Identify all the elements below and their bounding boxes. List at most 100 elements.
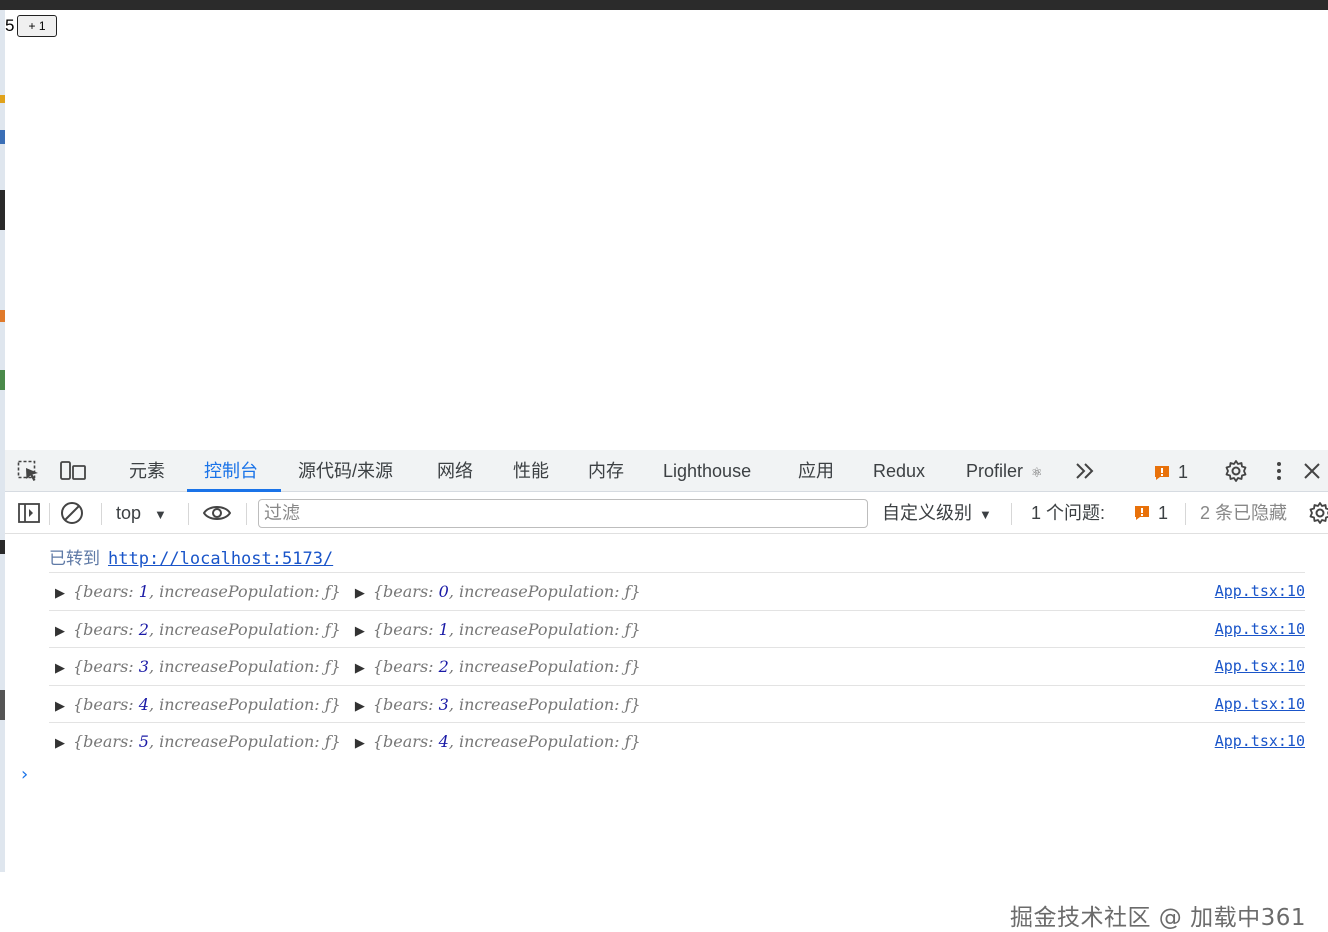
source-link[interactable]: App.tsx:10 [1215,611,1305,648]
issue-warning-icon[interactable] [1133,504,1151,526]
increment-button[interactable]: + 1 [17,15,57,37]
bears-value: 3 [438,694,449,714]
issues-badge[interactable] [1153,462,1171,482]
console-prompt[interactable]: › [21,764,28,785]
source-link[interactable]: App.tsx:10 [1215,686,1305,723]
tab-sources[interactable]: 源代码/来源 [298,450,393,492]
console-settings-icon[interactable] [1308,501,1328,529]
log-object-second[interactable]: ▶ {bears: 3, increasePopulation: ƒ} [355,695,641,714]
object-suffix: , increasePopulation: ƒ} [448,657,641,676]
log-levels-dropdown[interactable]: 自定义级别 ▼ [882,492,992,534]
object-prefix: {bears: [73,582,139,601]
navigation-message: 已转到 http://localhost:5173/ [49,544,333,569]
devtools-panel: 元素 控制台 源代码/来源 网络 性能 内存 Lighthouse 应用 Red… [5,450,1328,931]
expand-triangle-icon[interactable]: ▶ [55,699,65,714]
log-message: ▶ {bears: 4, increasePopulation: ƒ} ▶ {bear… [55,686,641,723]
object-prefix: {bears: [73,657,139,676]
expand-triangle-icon[interactable]: ▶ [355,699,365,714]
react-icon: ⚛ [1031,465,1043,480]
context-selector[interactable]: top ▼ [116,492,167,534]
log-object-second[interactable]: ▶ {bears: 1, increasePopulation: ƒ} [355,620,641,639]
expand-triangle-icon[interactable]: ▶ [355,586,365,601]
tab-performance[interactable]: 性能 [513,450,549,492]
log-object-first[interactable]: ▶ {bears: 1, increasePopulation: ƒ} [55,582,341,601]
log-object-second[interactable]: ▶ {bears: 4, increasePopulation: ƒ} [355,732,641,751]
source-link[interactable]: App.tsx:10 [1215,573,1305,610]
bears-value: 3 [138,657,149,676]
object-prefix: {bears: [372,582,439,601]
console-log-row: ▶ {bears: 3, increasePopulation: ƒ} ▶ {bear… [49,647,1305,684]
object-suffix: , increasePopulation: ƒ} [148,657,341,676]
expand-triangle-icon[interactable]: ▶ [55,586,65,601]
toolbar-divider [49,503,50,525]
device-toolbar-icon[interactable] [60,461,86,485]
source-link[interactable]: App.tsx:10 [1215,723,1305,760]
log-message: ▶ {bears: 5, increasePopulation: ƒ} ▶ {bear… [55,723,641,760]
object-suffix: , increasePopulation: ƒ} [448,619,641,639]
chevron-double-right-icon[interactable] [1074,462,1096,484]
more-vert-icon[interactable] [1275,461,1283,485]
console-log-row: ▶ {bears: 1, increasePopulation: ƒ} ▶ {bear… [49,572,1305,609]
tab-network[interactable]: 网络 [437,450,473,492]
tab-profiler-label: Profiler [966,461,1024,481]
expand-triangle-icon[interactable]: ▶ [355,661,365,676]
tab-lighthouse[interactable]: Lighthouse [663,450,751,492]
issues-count: 1 [1158,503,1169,523]
filter-input[interactable]: 过滤 [258,499,868,528]
context-selector-value: top [116,503,142,523]
tab-elements[interactable]: 元素 [129,450,165,492]
tab-console[interactable]: 控制台 [204,450,258,492]
clear-console-icon[interactable] [60,501,84,529]
bears-value: 5 [138,732,149,751]
eye-icon[interactable] [202,504,232,526]
navigated-url-link[interactable]: http://localhost:5173/ [108,549,333,569]
tab-redux[interactable]: Redux [873,450,925,492]
toolbar-divider [188,503,189,525]
issues-badge-count: 1 [1178,462,1189,482]
inspect-element-icon[interactable] [17,460,41,486]
expand-triangle-icon[interactable]: ▶ [355,624,365,639]
watermark: 掘金技术社区 @ 加载中361 [1009,905,1306,931]
count-display: 5 [5,16,15,35]
object-prefix: {bears: [73,732,139,751]
console-log-row: ▶ {bears: 4, increasePopulation: ƒ} ▶ {bear… [49,684,1305,723]
object-suffix: , increasePopulation: ƒ} [448,694,641,714]
log-object-first[interactable]: ▶ {bears: 2, increasePopulation: ƒ} [55,620,341,639]
log-levels-label: 自定义级别 [882,503,972,523]
log-object-first[interactable]: ▶ {bears: 4, increasePopulation: ƒ} [55,695,341,714]
navigated-label: 已转到 [49,549,100,569]
object-suffix: , increasePopulation: ƒ} [148,619,341,639]
bears-value: 2 [138,619,149,639]
toolbar-divider [1185,503,1186,525]
log-object-first[interactable]: ▶ {bears: 5, increasePopulation: ƒ} [55,732,341,751]
settings-icon[interactable] [1224,459,1248,487]
tab-application[interactable]: 应用 [798,450,834,492]
expand-triangle-icon[interactable]: ▶ [55,661,65,676]
source-link[interactable]: App.tsx:10 [1215,648,1305,685]
object-prefix: {bears: [73,619,139,639]
expand-triangle-icon[interactable]: ▶ [355,736,365,751]
log-object-second[interactable]: ▶ {bears: 0, increasePopulation: ƒ} [355,582,641,601]
tab-memory[interactable]: 内存 [588,450,624,492]
object-prefix: {bears: [372,732,439,751]
bears-value: 4 [438,732,449,751]
browser-top-bar [0,0,1328,10]
expand-triangle-icon[interactable]: ▶ [55,624,65,639]
dropdown-arrow-icon: ▼ [154,507,167,522]
bears-value: 1 [438,619,449,639]
toolbar-divider [1011,503,1012,525]
log-object-second[interactable]: ▶ {bears: 2, increasePopulation: ƒ} [355,657,641,676]
log-object-first[interactable]: ▶ {bears: 3, increasePopulation: ƒ} [55,657,341,676]
close-icon[interactable] [1303,462,1321,484]
log-message: ▶ {bears: 2, increasePopulation: ƒ} ▶ {bear… [55,611,641,648]
issues-label[interactable]: 1 个问题: [1031,492,1105,534]
bears-value: 0 [438,582,449,601]
tab-profiler[interactable]: Profiler ⚛ [966,450,1043,492]
expand-triangle-icon[interactable]: ▶ [55,736,65,751]
console-output: 已转到 http://localhost:5173/ ▶ {bears: 1, in… [5,534,1328,931]
object-suffix: , increasePopulation: ƒ} [148,732,341,751]
console-log-row: ▶ {bears: 2, increasePopulation: ƒ} ▶ {bear… [49,609,1305,648]
console-toolbar: top ▼ 过滤 自定义级别 ▼ 1 个问题: 1 2 条已隐藏 [5,492,1328,534]
sidebar-toggle-icon[interactable] [18,503,40,527]
object-suffix: , increasePopulation: ƒ} [448,582,641,601]
